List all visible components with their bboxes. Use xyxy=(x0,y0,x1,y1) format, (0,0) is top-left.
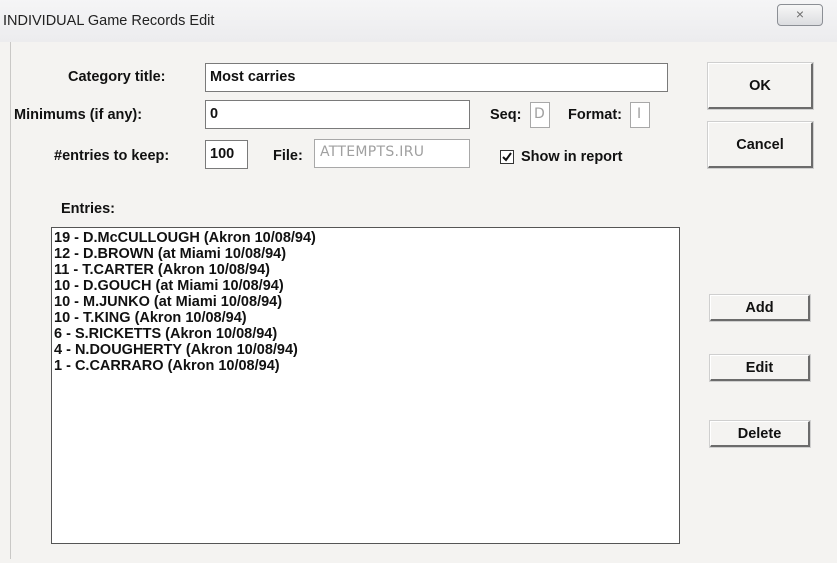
list-item[interactable]: 10 - M.JUNKO (at Miami 10/08/94) xyxy=(54,294,679,310)
list-item[interactable]: 4 - N.DOUGHERTY (Akron 10/08/94) xyxy=(54,342,679,358)
list-item[interactable]: 12 - D.BROWN (at Miami 10/08/94) xyxy=(54,246,679,262)
format-input[interactable]: I xyxy=(630,102,650,128)
window-title: INDIVIDUAL Game Records Edit xyxy=(3,13,215,29)
entries-list[interactable]: 19 - D.McCULLOUGH (Akron 10/08/94) 12 - … xyxy=(51,227,680,544)
cancel-button[interactable]: Cancel xyxy=(707,121,814,169)
show-in-report-label[interactable]: Show in report xyxy=(521,149,623,165)
close-icon: × xyxy=(795,6,805,22)
format-label: Format: xyxy=(568,107,622,123)
list-item[interactable]: 19 - D.McCULLOUGH (Akron 10/08/94) xyxy=(54,230,679,246)
category-title-label: Category title: xyxy=(68,69,166,85)
dialog-body: Category title: Most carries Minimums (i… xyxy=(10,42,834,559)
seq-input[interactable]: D xyxy=(530,102,550,128)
list-item[interactable]: 10 - D.GOUCH (at Miami 10/08/94) xyxy=(54,278,679,294)
delete-button[interactable]: Delete xyxy=(709,420,811,448)
entries-to-keep-label: #entries to keep: xyxy=(54,148,170,164)
category-title-input[interactable]: Most carries xyxy=(205,63,668,92)
show-in-report-checkbox[interactable] xyxy=(500,150,514,164)
minimums-input[interactable]: 0 xyxy=(205,100,470,129)
list-item[interactable]: 10 - T.KING (Akron 10/08/94) xyxy=(54,310,679,326)
title-bar[interactable]: INDIVIDUAL Game Records Edit × xyxy=(0,0,837,42)
dialog-window: INDIVIDUAL Game Records Edit × Category … xyxy=(0,0,837,563)
file-input[interactable]: ATTEMPTS.IRU xyxy=(314,139,470,168)
entries-to-keep-input[interactable]: 100 xyxy=(205,140,248,169)
list-item[interactable]: 6 - S.RICKETTS (Akron 10/08/94) xyxy=(54,326,679,342)
edit-button[interactable]: Edit xyxy=(709,354,811,382)
ok-button[interactable]: OK xyxy=(707,62,814,110)
close-button[interactable]: × xyxy=(777,4,823,26)
checkmark-icon xyxy=(502,152,512,162)
file-label: File: xyxy=(273,148,303,164)
list-item[interactable]: 11 - T.CARTER (Akron 10/08/94) xyxy=(54,262,679,278)
add-button[interactable]: Add xyxy=(709,294,811,322)
minimums-label: Minimums (if any): xyxy=(14,107,143,123)
seq-label: Seq: xyxy=(490,107,522,123)
list-item[interactable]: 1 - C.CARRARO (Akron 10/08/94) xyxy=(54,358,679,374)
entries-label: Entries: xyxy=(61,201,115,217)
